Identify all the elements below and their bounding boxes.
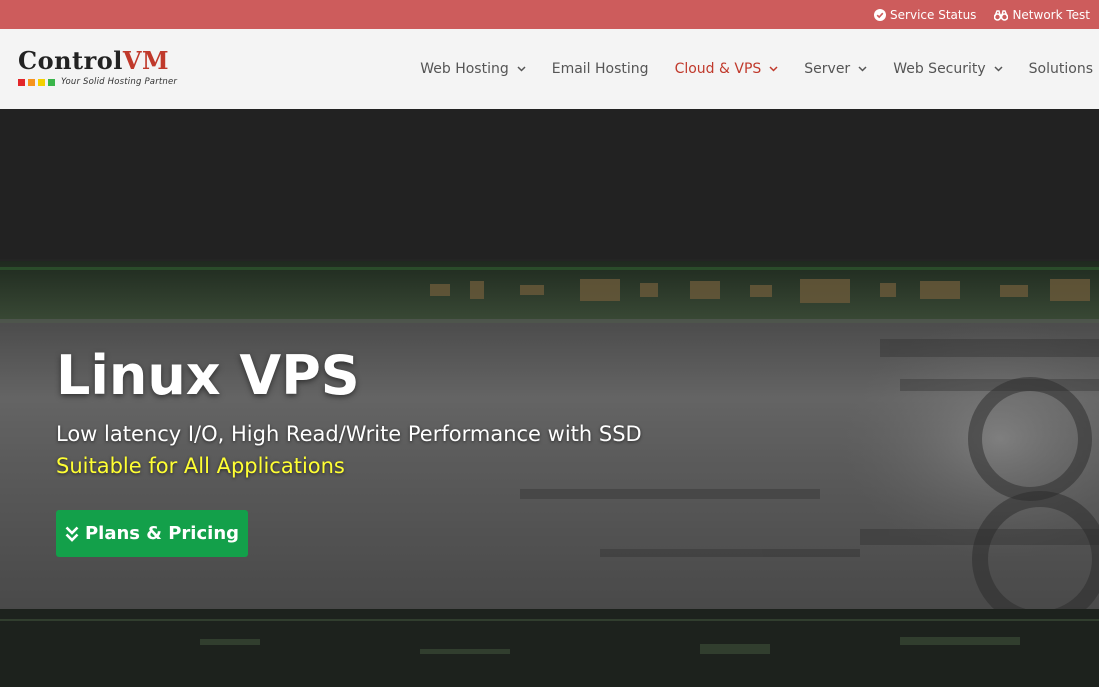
- plans-pricing-label: Plans & Pricing: [84, 523, 240, 544]
- chevron-down-icon: [769, 66, 778, 72]
- logo-part2: VM: [122, 46, 170, 75]
- double-chevron-down-icon: [65, 526, 79, 542]
- hero-banner: Linux VPS Low latency I/O, High Read/Wri…: [0, 109, 1099, 687]
- service-status-link[interactable]: Service Status: [874, 8, 976, 22]
- service-status-label: Service Status: [890, 7, 977, 22]
- hero-title: Linux VPS: [56, 344, 360, 407]
- binoculars-icon: [994, 9, 1009, 21]
- nav-item-email-hosting[interactable]: Email Hosting: [539, 61, 662, 77]
- logo[interactable]: ControlVM Your Solid Hosting Partner: [18, 47, 178, 92]
- logo-tagline: Your Solid Hosting Partner: [61, 77, 178, 87]
- chevron-down-icon: [858, 66, 867, 72]
- logo-square-green: [48, 78, 55, 86]
- nav-item-web-hosting[interactable]: Web Hosting: [407, 61, 539, 77]
- nav-item-label: Web Security: [893, 61, 986, 77]
- logo-wordmark: ControlVM: [18, 47, 178, 75]
- nav-item-solutions[interactable]: Solutions: [1016, 61, 1093, 77]
- check-circle-icon: [874, 8, 887, 21]
- nav-item-label: Web Hosting: [420, 61, 509, 77]
- nav-item-label: Server: [804, 61, 851, 77]
- network-test-label: Network Test: [1012, 7, 1090, 22]
- network-test-link[interactable]: Network Test: [994, 8, 1090, 22]
- logo-tagline-row: Your Solid Hosting Partner: [18, 77, 178, 87]
- chevron-down-icon: [517, 66, 526, 72]
- nav-item-web-security[interactable]: Web Security: [880, 61, 1015, 77]
- main-nav: Web Hosting Email Hosting Cloud & VPS Se…: [407, 29, 1093, 109]
- site-header: ControlVM Your Solid Hosting Partner Web…: [0, 29, 1099, 109]
- nav-item-label: Email Hosting: [551, 61, 649, 77]
- nav-item-label: Cloud & VPS: [674, 61, 762, 77]
- nav-item-label: Solutions: [1028, 61, 1093, 77]
- hero-subtitle: Low latency I/O, High Read/Write Perform…: [56, 422, 642, 446]
- plans-pricing-button[interactable]: Plans & Pricing: [56, 510, 248, 557]
- top-bar: Service Status Network Test: [0, 0, 1099, 29]
- hero-subtitle-highlight: Suitable for All Applications: [56, 454, 345, 478]
- nav-item-cloud-vps[interactable]: Cloud & VPS: [662, 61, 792, 77]
- chevron-down-icon: [994, 66, 1003, 72]
- logo-square-red: [18, 78, 25, 86]
- logo-square-orange: [28, 78, 35, 86]
- nav-item-server[interactable]: Server: [791, 61, 880, 77]
- logo-part1: Control: [18, 46, 123, 75]
- logo-square-yellow: [38, 78, 45, 86]
